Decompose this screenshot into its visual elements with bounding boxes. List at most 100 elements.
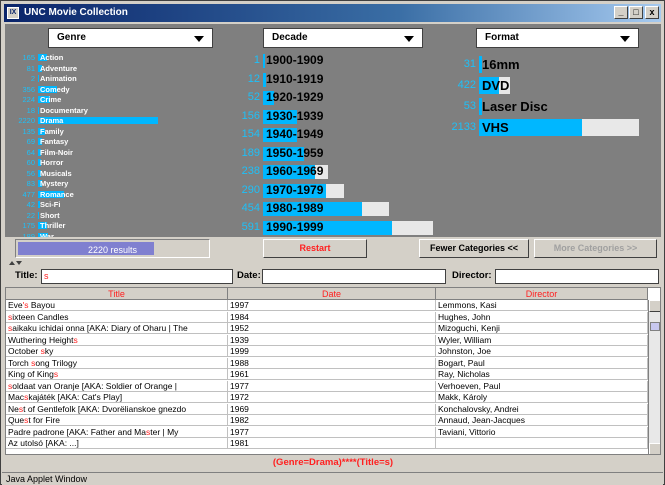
- decade-row[interactable]: 154 1940-1949: [223, 126, 438, 143]
- genre-count: 42: [26, 200, 35, 209]
- genre-row[interactable]: 22 Short: [5, 211, 220, 220]
- genre-row[interactable]: 18 Documentary: [5, 106, 220, 115]
- table-row[interactable]: saikaku ichidai onna [AKA: Diary of Ohar…: [6, 323, 648, 334]
- title-filter-input[interactable]: s: [41, 269, 233, 284]
- title-match: s: [73, 334, 78, 345]
- column-header-title[interactable]: Title: [6, 288, 228, 300]
- table-row[interactable]: Wuthering Heights 1939 Wyler, William: [6, 334, 648, 346]
- title-text: t of Gentlefolk [AKA: Dvorëlianskoe gnez…: [23, 403, 187, 414]
- minimize-button[interactable]: _: [614, 6, 628, 19]
- director-filter-input[interactable]: [495, 269, 659, 284]
- genre-row[interactable]: 477 Romance: [5, 190, 220, 199]
- decade-count: 454: [241, 202, 260, 214]
- format-row[interactable]: 31 16mm: [439, 54, 661, 74]
- genre-row[interactable]: 356 Comedy: [5, 85, 220, 94]
- genre-count: 135: [22, 126, 35, 136]
- restart-button[interactable]: Restart: [263, 239, 367, 258]
- table-row[interactable]: Padre padrone [AKA: Father and Master | …: [6, 426, 648, 438]
- genre-count: 2: [30, 74, 35, 83]
- decade-row[interactable]: 238 1960-1969: [223, 163, 438, 180]
- cell-title: October sky: [6, 346, 228, 357]
- decade-row[interactable]: 290 1970-1979: [223, 182, 438, 199]
- table-row[interactable]: Macskajáték [AKA: Cat's Play] 1972 Makk, K…: [6, 392, 648, 403]
- cell-date: 1939: [228, 334, 436, 346]
- genre-row[interactable]: 42 Sci-Fi: [5, 200, 220, 209]
- splitter[interactable]: [5, 260, 661, 266]
- genre-column: Genre 165 Action 81 Adventure 2 Animation 356 C…: [5, 24, 220, 256]
- cell-date: 1981: [228, 438, 436, 449]
- column-header-date[interactable]: Date: [228, 288, 436, 300]
- chevron-down-icon: [620, 36, 630, 42]
- decade-row[interactable]: 189 1950-1959: [223, 145, 438, 162]
- decade-row[interactable]: 156 1930-1939: [223, 108, 438, 125]
- cell-director: Taviani, Vittorio: [436, 426, 648, 438]
- genre-label: Fantasy: [40, 137, 69, 146]
- genre-row[interactable]: 2 Animation: [5, 74, 220, 83]
- chevron-down-icon: [194, 36, 204, 42]
- format-column: Format 31 16mm 422 DVD 53 Laser Disc 2133 VHS: [439, 24, 661, 256]
- genre-label: Mystery: [40, 179, 69, 188]
- more-categories-button[interactable]: More Categories >>: [534, 239, 657, 258]
- scrollbar-thumb[interactable]: [650, 322, 660, 331]
- date-filter-input[interactable]: [262, 269, 446, 284]
- format-row[interactable]: 2133 VHS: [439, 117, 661, 137]
- chevron-down-icon: [404, 36, 414, 42]
- table-row[interactable]: King of Kings 1961 Ray, Nicholas: [6, 369, 648, 380]
- genre-dropdown[interactable]: Genre: [48, 28, 213, 48]
- decade-label: 1900-1909: [266, 53, 324, 67]
- cell-title: Eve's Bayou: [6, 300, 228, 311]
- genre-row[interactable]: 165 Action: [5, 53, 220, 62]
- genre-row[interactable]: 2220 Drama: [5, 116, 220, 125]
- applet-window: IX UNC Movie Collection _ □ x Genre 165 A…: [0, 0, 665, 485]
- genre-row[interactable]: 69 Fantasy: [5, 137, 220, 146]
- table-row[interactable]: Eve's Bayou 1997 Lemmons, Kasi: [6, 300, 648, 311]
- format-row[interactable]: 422 DVD: [439, 75, 661, 95]
- table-row[interactable]: sixteen Candles 1984 Hughes, John: [6, 311, 648, 323]
- format-row[interactable]: 53 Laser Disc: [439, 96, 661, 116]
- genre-row[interactable]: 224 Crime: [5, 95, 220, 104]
- table-row[interactable]: soldaat van Oranje [AKA: Soldier of Oran…: [6, 380, 648, 392]
- genre-row[interactable]: 135 Family: [5, 127, 220, 136]
- genre-row[interactable]: 175 Thriller: [5, 221, 220, 230]
- director-filter-label: Director:: [452, 270, 492, 281]
- decade-row[interactable]: 12 1910-1919: [223, 71, 438, 88]
- genre-bar: [38, 211, 40, 219]
- splitter-up-icon[interactable]: [9, 261, 15, 265]
- fewer-categories-button[interactable]: Fewer Categories <<: [419, 239, 529, 258]
- title-text: Que: [8, 415, 25, 425]
- vertical-scrollbar[interactable]: [648, 300, 660, 454]
- decade-label: 1910-1919: [266, 71, 324, 86]
- genre-row[interactable]: 64 Film-Noir: [5, 148, 220, 157]
- column-header-director[interactable]: Director: [436, 288, 648, 300]
- genre-row[interactable]: 83 Mystery: [5, 179, 220, 188]
- decade-row[interactable]: 1 1900-1909: [223, 52, 438, 69]
- maximize-button[interactable]: □: [629, 6, 643, 19]
- scroll-down-icon[interactable]: [649, 443, 660, 454]
- cell-title: Macskajáték [AKA: Cat's Play]: [6, 392, 228, 403]
- query-text: (Genre=Drama)****(Title=s): [5, 456, 661, 470]
- decade-label: 1930-1939: [266, 108, 324, 123]
- results-table: Title Date Director Eve's Bayou 1997 Lemmo…: [5, 287, 661, 455]
- table-row[interactable]: Az utolsó [AKA: ...] 1981: [6, 438, 648, 449]
- genre-count: 69: [26, 137, 35, 146]
- decade-row[interactable]: 52 1920-1929: [223, 89, 438, 106]
- cell-title: Wuthering Heights: [6, 334, 228, 346]
- table-row[interactable]: October sky 1999 Johnston, Joe: [6, 346, 648, 357]
- table-row[interactable]: Torch song Trilogy 1988 Bogart, Paul: [6, 357, 648, 369]
- cell-title: King of Kings: [6, 369, 228, 380]
- table-row[interactable]: Nest of Gentlefolk [AKA: Dvorëlianskoe g…: [6, 403, 648, 415]
- decade-row[interactable]: 591 1990-1999: [223, 219, 438, 236]
- decade-row[interactable]: 454 1980-1989: [223, 200, 438, 217]
- genre-count: 356: [22, 84, 35, 94]
- format-dropdown[interactable]: Format: [476, 28, 639, 48]
- cell-date: 1952: [228, 323, 436, 334]
- decade-dropdown[interactable]: Decade: [263, 28, 423, 48]
- table-body: Eve's Bayou 1997 Lemmons, Kasi sixteen Cand…: [6, 300, 648, 454]
- genre-row[interactable]: 56 Musicals: [5, 169, 220, 178]
- genre-row[interactable]: 81 Adventure: [5, 64, 220, 73]
- scroll-up-icon[interactable]: [649, 300, 660, 312]
- genre-row[interactable]: 60 Horror: [5, 158, 220, 167]
- table-row[interactable]: Quest for Fire 1982 Annaud, Jean-Jacques: [6, 415, 648, 426]
- close-button[interactable]: x: [645, 6, 659, 19]
- splitter-down-icon[interactable]: [16, 261, 22, 265]
